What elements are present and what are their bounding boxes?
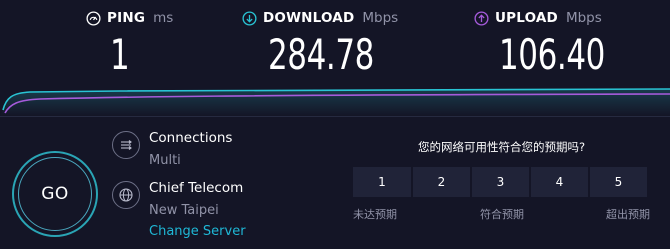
rating-1-button[interactable]: 1 xyxy=(353,167,411,197)
upload-label: UPLOAD xyxy=(495,10,558,26)
rating-5-button[interactable]: 5 xyxy=(590,167,647,197)
download-arrow-icon xyxy=(242,10,257,26)
section-divider xyxy=(0,116,670,117)
upload-metric: UPLOAD Mbps 106.40 xyxy=(474,8,605,78)
go-button-inner-ring: GO xyxy=(18,157,92,231)
go-label: GO xyxy=(41,184,69,204)
globe-icon xyxy=(119,188,133,202)
speed-graph xyxy=(0,88,670,116)
download-unit: Mbps xyxy=(362,10,399,26)
connections-icon xyxy=(112,131,140,159)
connections-title: Connections xyxy=(149,130,233,146)
download-label: DOWNLOAD xyxy=(263,10,355,26)
server-icon xyxy=(112,181,140,209)
upload-arrow-icon xyxy=(474,10,489,26)
scale-low-label: 未达预期 xyxy=(353,208,397,221)
scale-high-label: 超出预期 xyxy=(606,208,650,221)
scale-mid-label: 符合预期 xyxy=(480,208,524,221)
download-graph-area xyxy=(0,89,670,116)
rating-scale: 1 2 3 4 5 xyxy=(353,167,647,197)
ping-value: 1 xyxy=(110,30,130,79)
server-name: Chief Telecom xyxy=(149,180,244,196)
ping-unit: ms xyxy=(153,10,174,26)
ping-label: PING xyxy=(107,10,146,26)
server-location: New Taipei xyxy=(149,203,219,218)
survey-question: 您的网络可用性符合您的预期吗? xyxy=(418,140,586,154)
rating-3-button[interactable]: 3 xyxy=(472,167,529,197)
download-metric: DOWNLOAD Mbps 284.78 xyxy=(242,8,399,78)
ping-gauge-icon xyxy=(86,10,101,26)
upload-unit: Mbps xyxy=(565,10,602,26)
multi-arrows-icon xyxy=(121,140,132,150)
change-server-link[interactable]: Change Server xyxy=(149,224,246,239)
rating-4-button[interactable]: 4 xyxy=(531,167,588,197)
rating-2-button[interactable]: 2 xyxy=(413,167,470,197)
upload-value: 106.40 xyxy=(499,30,605,79)
download-value: 284.78 xyxy=(268,30,374,79)
connections-mode: Multi xyxy=(149,153,181,168)
go-button[interactable]: GO xyxy=(12,151,98,237)
ping-metric: PING ms 1 xyxy=(86,8,174,78)
